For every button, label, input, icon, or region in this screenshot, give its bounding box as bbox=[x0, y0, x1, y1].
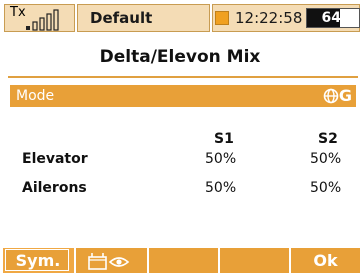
page-title: Delta/Elevon Mix bbox=[99, 47, 261, 67]
function-key-bar: Sym. Ok bbox=[0, 248, 360, 273]
view-button[interactable] bbox=[76, 248, 147, 273]
function-key-3[interactable] bbox=[149, 248, 218, 273]
mode-label: Mode bbox=[16, 88, 55, 104]
camera-eye-icon bbox=[88, 253, 130, 270]
elevator-s2-value[interactable]: 50% bbox=[310, 150, 341, 168]
ok-button[interactable]: Ok bbox=[291, 248, 360, 273]
function-key-4[interactable] bbox=[220, 248, 289, 273]
sym-button[interactable]: Sym. bbox=[3, 248, 74, 273]
model-status: Default bbox=[77, 4, 210, 32]
screen: Tx Default 12:22:58 64% Delta/Elevon Mix bbox=[0, 0, 360, 273]
column-header-s1: S1 bbox=[214, 131, 234, 147]
title-divider bbox=[8, 76, 358, 78]
clock-status: 12:22:58 64% bbox=[212, 4, 360, 32]
mode-row[interactable]: Mode G bbox=[10, 85, 356, 107]
mode-value[interactable]: G bbox=[323, 86, 352, 106]
ailerons-s2-value[interactable]: 50% bbox=[310, 179, 341, 197]
globe-icon bbox=[323, 88, 339, 104]
clock: 12:22:58 bbox=[235, 9, 303, 27]
status-indicator bbox=[215, 11, 229, 25]
row-label-elevator: Elevator bbox=[22, 151, 88, 167]
sym-button-frame: Sym. bbox=[5, 249, 69, 271]
elevator-s1-value[interactable]: 50% bbox=[205, 150, 236, 168]
row-label-ailerons: Ailerons bbox=[22, 180, 87, 196]
sym-button-label: Sym. bbox=[15, 251, 61, 270]
mode-value-letter: G bbox=[338, 86, 352, 105]
model-name: Default bbox=[90, 9, 153, 27]
status-bar: Tx Default 12:22:58 64% bbox=[0, 0, 360, 38]
column-header-s2: S2 bbox=[318, 131, 338, 147]
transmitter-status: Tx bbox=[4, 4, 75, 32]
battery-percent: 64% bbox=[321, 10, 355, 26]
signal-bars-icon bbox=[26, 9, 59, 31]
ailerons-s1-value[interactable]: 50% bbox=[205, 179, 236, 197]
battery-icon: 64% bbox=[306, 8, 360, 28]
